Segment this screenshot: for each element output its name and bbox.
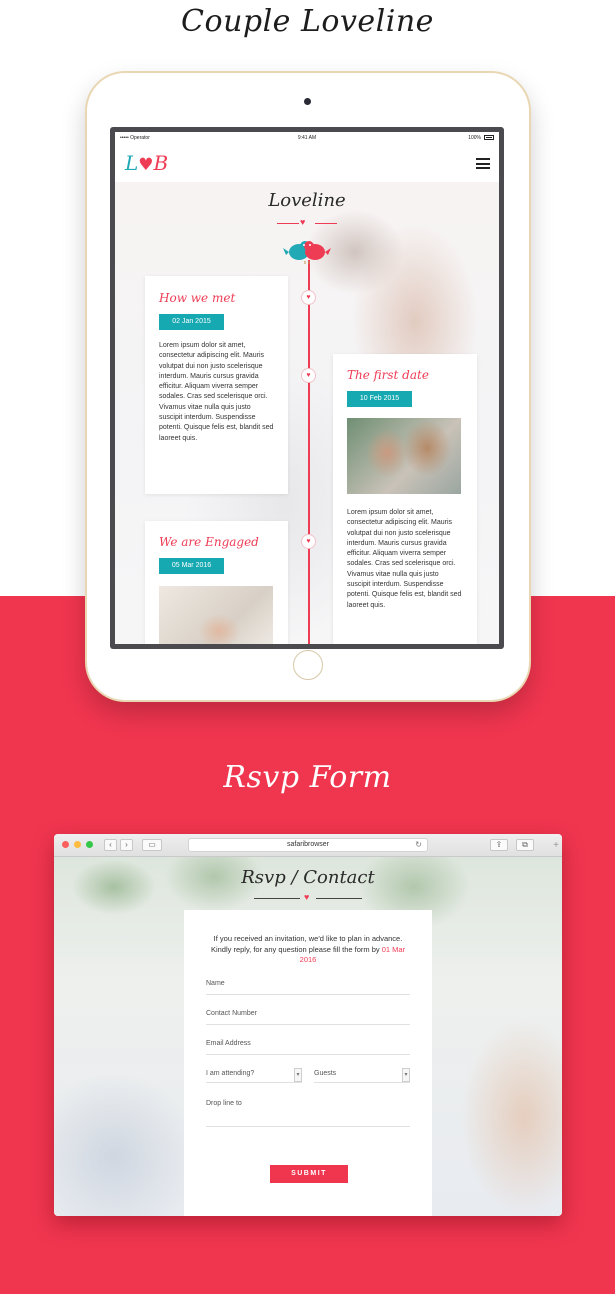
- status-bar: ••••• Operator 9:41 AM 100%: [115, 132, 499, 144]
- attending-label: I am attending?: [206, 1070, 255, 1077]
- love-birds-icon: [283, 241, 331, 264]
- tablet-viewport: ••••• Operator 9:41 AM 100% L♥B Loveline…: [115, 132, 499, 644]
- battery-icon: [484, 135, 494, 140]
- title-divider-left: [277, 223, 299, 224]
- new-tab-icon[interactable]: +: [553, 840, 559, 851]
- timeline-heart-icon: ♥: [302, 535, 315, 548]
- clock-label: 9:41 AM: [297, 135, 317, 141]
- logo-letter-b: B: [153, 151, 169, 175]
- close-window-button[interactable]: [62, 841, 69, 848]
- url-text: safaribrowser: [286, 841, 329, 848]
- message-field-underline: [206, 1126, 410, 1127]
- timeline-card-how-we-met: How we met 02 Jan 2015 Lorem ipsum dolor…: [145, 276, 288, 494]
- guests-select[interactable]: Guests ▾: [314, 1068, 410, 1083]
- name-field-underline: [206, 994, 410, 995]
- app-header: L♥B: [115, 144, 499, 182]
- rsvp-form: If you received an invitation, we'd like…: [184, 910, 432, 1216]
- attending-select[interactable]: I am attending? ▾: [206, 1068, 302, 1083]
- date-badge: 05 Mar 2016: [159, 558, 224, 574]
- camera-dot: [304, 98, 311, 105]
- title-divider-right: [315, 223, 337, 224]
- loveline-title: Loveline: [268, 190, 346, 211]
- submit-button[interactable]: SUBMIT: [270, 1165, 348, 1183]
- browser-toolbar: ‹ › ▭ safaribrowser ↻ ⇪ ⧉ +: [54, 834, 562, 857]
- card-title: How we met: [159, 291, 236, 305]
- rsvp-form-heading: Rsvp Form: [223, 760, 392, 795]
- sidebar-icon[interactable]: ▭: [142, 839, 162, 851]
- form-intro-text: If you received an invitation, we'd like…: [204, 934, 412, 966]
- home-button: [293, 650, 323, 680]
- title-divider-left: [254, 898, 300, 899]
- timeline-card-engaged: We are Engaged 05 Mar 2016: [145, 521, 288, 644]
- hands-photo: [159, 586, 273, 644]
- email-field-underline: [206, 1054, 410, 1055]
- logo-letter-l: L: [125, 151, 139, 175]
- menu-icon[interactable]: [476, 158, 490, 169]
- couple-photo: [347, 418, 461, 494]
- email-field[interactable]: Email Address: [206, 1040, 251, 1047]
- timeline-heart-icon: ♥: [302, 291, 315, 304]
- title-divider-right: [316, 898, 362, 899]
- maximize-window-button[interactable]: [86, 841, 93, 848]
- title-heart-icon: ♥: [300, 217, 306, 227]
- chevron-down-icon[interactable]: ▾: [294, 1068, 302, 1082]
- reload-icon[interactable]: ↻: [415, 839, 422, 851]
- browser-window: ‹ › ▭ safaribrowser ↻ ⇪ ⧉ + Rsvp / Conta…: [54, 834, 562, 1216]
- address-bar[interactable]: safaribrowser ↻: [188, 838, 428, 852]
- site-logo[interactable]: L♥B: [125, 151, 168, 175]
- share-icon[interactable]: ⇪: [490, 839, 508, 851]
- couple-loveline-heading: Couple Loveline: [181, 4, 434, 39]
- tablet-screen: ••••• Operator 9:41 AM 100% L♥B Loveline…: [110, 127, 504, 649]
- timeline-heart-icon: ♥: [302, 369, 315, 382]
- date-badge: 02 Jan 2015: [159, 314, 224, 330]
- guests-label: Guests: [314, 1070, 337, 1077]
- rsvp-contact-title: Rsvp / Contact: [241, 867, 375, 888]
- intro-text: If you received an invitation, we'd like…: [210, 934, 403, 954]
- forward-arrow-icon[interactable]: ›: [120, 839, 133, 851]
- back-arrow-icon[interactable]: ‹: [104, 839, 117, 851]
- name-field[interactable]: Name: [206, 980, 225, 987]
- contact-number-field[interactable]: Contact Number: [206, 1010, 257, 1017]
- battery-label: 100%: [468, 135, 481, 141]
- title-heart-icon: ♥: [304, 892, 310, 902]
- message-field[interactable]: Drop line to: [206, 1100, 242, 1107]
- card-title: We are Engaged: [159, 535, 259, 549]
- tablet-mockup: ••••• Operator 9:41 AM 100% L♥B Loveline…: [87, 73, 529, 700]
- chevron-down-icon[interactable]: ▾: [402, 1068, 410, 1082]
- rsvp-page: Rsvp / Contact ♥ If you received an invi…: [54, 857, 562, 1216]
- card-text: Lorem ipsum dolor sit amet, consectetur …: [159, 342, 274, 442]
- date-badge: 10 Feb 2015: [347, 391, 412, 407]
- card-text: Lorem ipsum dolor sit amet, consectetur …: [347, 509, 462, 609]
- timeline-card-first-date: The first date 10 Feb 2015 Lorem ipsum d…: [333, 354, 477, 644]
- logo-heart-icon: ♥: [138, 155, 154, 175]
- minimize-window-button[interactable]: [74, 841, 81, 848]
- timeline-line: [308, 260, 310, 644]
- card-title: The first date: [347, 368, 429, 382]
- contact-field-underline: [206, 1024, 410, 1025]
- tabs-icon[interactable]: ⧉: [516, 839, 534, 851]
